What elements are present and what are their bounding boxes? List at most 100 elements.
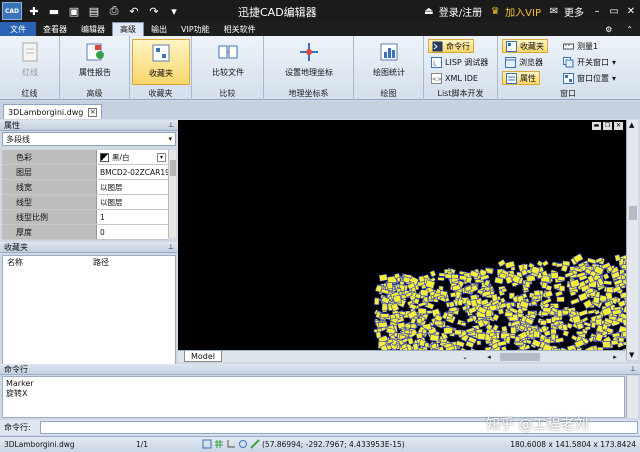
browser-icon <box>505 56 516 68</box>
tab-file[interactable]: 文件 <box>0 22 36 36</box>
login-link[interactable]: 登录/注册 <box>439 4 482 19</box>
compare-files-icon <box>218 45 238 59</box>
svg-text:<>: <> <box>432 76 442 83</box>
drawing-canvas[interactable]: ▬ ❐ ✕ <box>178 120 626 350</box>
scroll-down-icon[interactable]: ▼ <box>629 351 634 359</box>
chevron-down-icon[interactable]: ⌄ <box>460 352 470 362</box>
close-document-icon[interactable]: × <box>88 107 98 117</box>
scrollbar-thumb[interactable] <box>170 160 176 176</box>
vip-link[interactable]: 加入VIP <box>505 4 541 19</box>
scroll-left-icon[interactable]: ◂ <box>484 352 494 362</box>
property-row[interactable]: 厚度 0 <box>2 225 168 240</box>
property-value[interactable]: BMCD2-02ZCAR19 <box>97 165 168 179</box>
crown-icon[interactable]: ♛ <box>488 4 502 18</box>
undo-icon[interactable]: ↶ <box>126 3 142 19</box>
snap-icon[interactable] <box>202 439 212 449</box>
property-row[interactable]: 色彩 黑/白 ▾ <box>2 150 168 165</box>
model-tab[interactable]: Model <box>184 351 223 362</box>
property-value[interactable]: 0 <box>97 225 168 239</box>
tab-advanced[interactable]: 高级 <box>112 22 144 36</box>
group-compare: 比较文件 比较 <box>192 36 264 100</box>
column-header-name[interactable]: 名称 <box>3 256 89 269</box>
property-row[interactable]: 图层 BMCD2-02ZCAR19 <box>2 165 168 180</box>
property-value[interactable]: 以图层 <box>97 195 168 209</box>
properties-panel-title: 属性 <box>4 120 20 130</box>
more-link[interactable]: 更多 <box>564 4 584 19</box>
set-geo-coords-button[interactable]: 设置地理坐标 <box>276 39 342 85</box>
property-value[interactable]: 黑/白 ▾ <box>97 150 168 164</box>
switch-window-button[interactable]: 开关窗口 ▾ <box>560 55 619 69</box>
window-position-button[interactable]: 窗口位置 ▾ <box>560 71 619 85</box>
property-row[interactable]: 线型 以图层 <box>2 195 168 210</box>
redline-button[interactable]: 红线 <box>1 39 59 85</box>
command-line-button[interactable]: 命令行 <box>428 39 474 53</box>
print-icon[interactable]: ⎙ <box>106 3 122 19</box>
favorites-icon <box>152 44 170 62</box>
drawing-stats-button[interactable]: 绘图统计 <box>360 39 418 85</box>
tab-vip[interactable]: VIP功能 <box>174 22 217 36</box>
command-scrollbar[interactable] <box>626 376 638 418</box>
save-as-icon[interactable]: ▤ <box>86 3 102 19</box>
property-scrollbar[interactable] <box>168 150 176 238</box>
property-value[interactable]: 1 <box>97 210 168 224</box>
column-header-path[interactable]: 路径 <box>89 256 109 269</box>
color-swatch-icon <box>100 152 109 162</box>
switch-window-dropdown-icon[interactable]: ▾ <box>612 58 616 67</box>
scrollbar-thumb[interactable] <box>500 353 540 361</box>
pin-icon[interactable]: ⊥ <box>630 365 636 373</box>
group-label-geo: 地理坐标系 <box>288 89 329 98</box>
xml-ide-button[interactable]: <> XML IDE <box>428 71 481 85</box>
properties-toggle-button[interactable]: 属性 <box>502 71 540 85</box>
tab-viewer[interactable]: 查看器 <box>36 22 74 36</box>
polar-icon[interactable] <box>238 439 248 449</box>
scroll-right-icon[interactable]: ▸ <box>610 352 620 362</box>
group-geo: 设置地理坐标 地理坐标系 <box>264 36 354 100</box>
mail-icon[interactable]: ✉ <box>547 4 561 18</box>
vertical-scrollbar[interactable]: ▲ ▼ <box>626 120 638 360</box>
ribbon-settings-icon[interactable]: ⚙ <box>598 22 619 36</box>
pin-icon[interactable]: ⊥ <box>168 243 174 251</box>
ribbon-collapse-icon[interactable]: ⌃ <box>619 22 640 36</box>
object-type-select[interactable]: 多段线 ▾ <box>2 132 176 146</box>
maximize-icon[interactable]: ▭ <box>607 4 621 18</box>
lineweight-icon[interactable] <box>250 439 260 449</box>
login-icon[interactable]: ⏏ <box>422 4 436 18</box>
redo-icon[interactable]: ↷ <box>146 3 162 19</box>
open-folder-icon[interactable]: ▬ <box>46 3 62 19</box>
compare-files-button[interactable]: 比较文件 <box>199 39 257 85</box>
window-position-dropdown-icon[interactable]: ▾ <box>612 74 616 83</box>
tab-output[interactable]: 输出 <box>144 22 174 36</box>
tab-related-software[interactable]: 相关软件 <box>217 22 263 36</box>
favorites-list[interactable]: 名称 路径 <box>2 255 176 365</box>
new-file-icon[interactable]: ✚ <box>26 3 42 19</box>
pin-icon[interactable]: ⊥ <box>168 121 174 129</box>
ortho-icon[interactable] <box>226 439 236 449</box>
property-key: 线宽 <box>2 180 97 194</box>
geo-coords-icon <box>300 43 318 61</box>
scroll-up-icon[interactable]: ▲ <box>629 121 634 129</box>
property-row[interactable]: 线宽 以图层 <box>2 180 168 195</box>
favorites-toggle-button[interactable]: 收藏夹 <box>502 39 548 53</box>
scrollbar-thumb[interactable] <box>629 206 637 220</box>
chevron-down-icon[interactable]: ▾ <box>157 152 166 162</box>
quick-access-dropdown-icon[interactable]: ▾ <box>166 3 182 19</box>
attribute-report-button[interactable]: 属性报告 <box>66 39 124 85</box>
close-icon[interactable]: ✕ <box>624 4 638 18</box>
attribute-report-icon <box>86 43 104 61</box>
tab-editor[interactable]: 编辑器 <box>74 22 112 36</box>
property-row[interactable]: 线型比例 1 <box>2 210 168 225</box>
command-history-line: 旋转X <box>6 389 28 398</box>
minimize-icon[interactable]: – <box>590 4 604 18</box>
measure-button[interactable]: 测量1 <box>560 39 601 53</box>
browser-button[interactable]: 浏览器 <box>502 55 546 69</box>
property-value[interactable]: 以图层 <box>97 180 168 194</box>
measure-icon <box>563 43 574 49</box>
save-icon[interactable]: ▣ <box>66 3 82 19</box>
command-history-line: Marker <box>6 379 34 388</box>
document-tab-label: 3DLamborgini.dwg <box>8 107 84 117</box>
document-tab[interactable]: 3DLamborgini.dwg × <box>3 104 103 119</box>
favorites-button[interactable]: 收藏夹 <box>132 39 190 85</box>
grid-icon[interactable] <box>214 439 224 449</box>
property-key: 线型 <box>2 195 97 209</box>
lisp-debugger-button[interactable]: L LISP 调试器 <box>428 55 491 69</box>
